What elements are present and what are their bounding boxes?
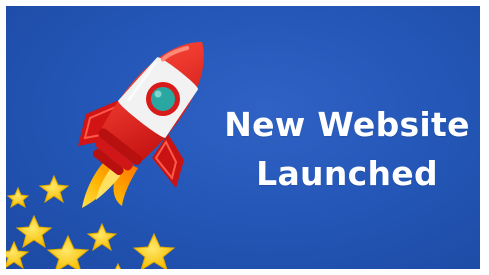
star-icon bbox=[114, 262, 122, 269]
headline: New Website Launched bbox=[202, 100, 480, 198]
headline-line-1: New Website bbox=[224, 105, 470, 144]
star-icon bbox=[6, 186, 30, 209]
rocket-porthole bbox=[146, 82, 180, 116]
headline-line-2: Launched bbox=[256, 154, 438, 193]
star-icon bbox=[86, 222, 118, 252]
launch-banner: New Website Launched bbox=[6, 6, 480, 269]
star-icon bbox=[46, 234, 90, 269]
star-icon bbox=[132, 232, 176, 269]
star-icon bbox=[38, 174, 70, 204]
star-icon bbox=[15, 214, 53, 249]
